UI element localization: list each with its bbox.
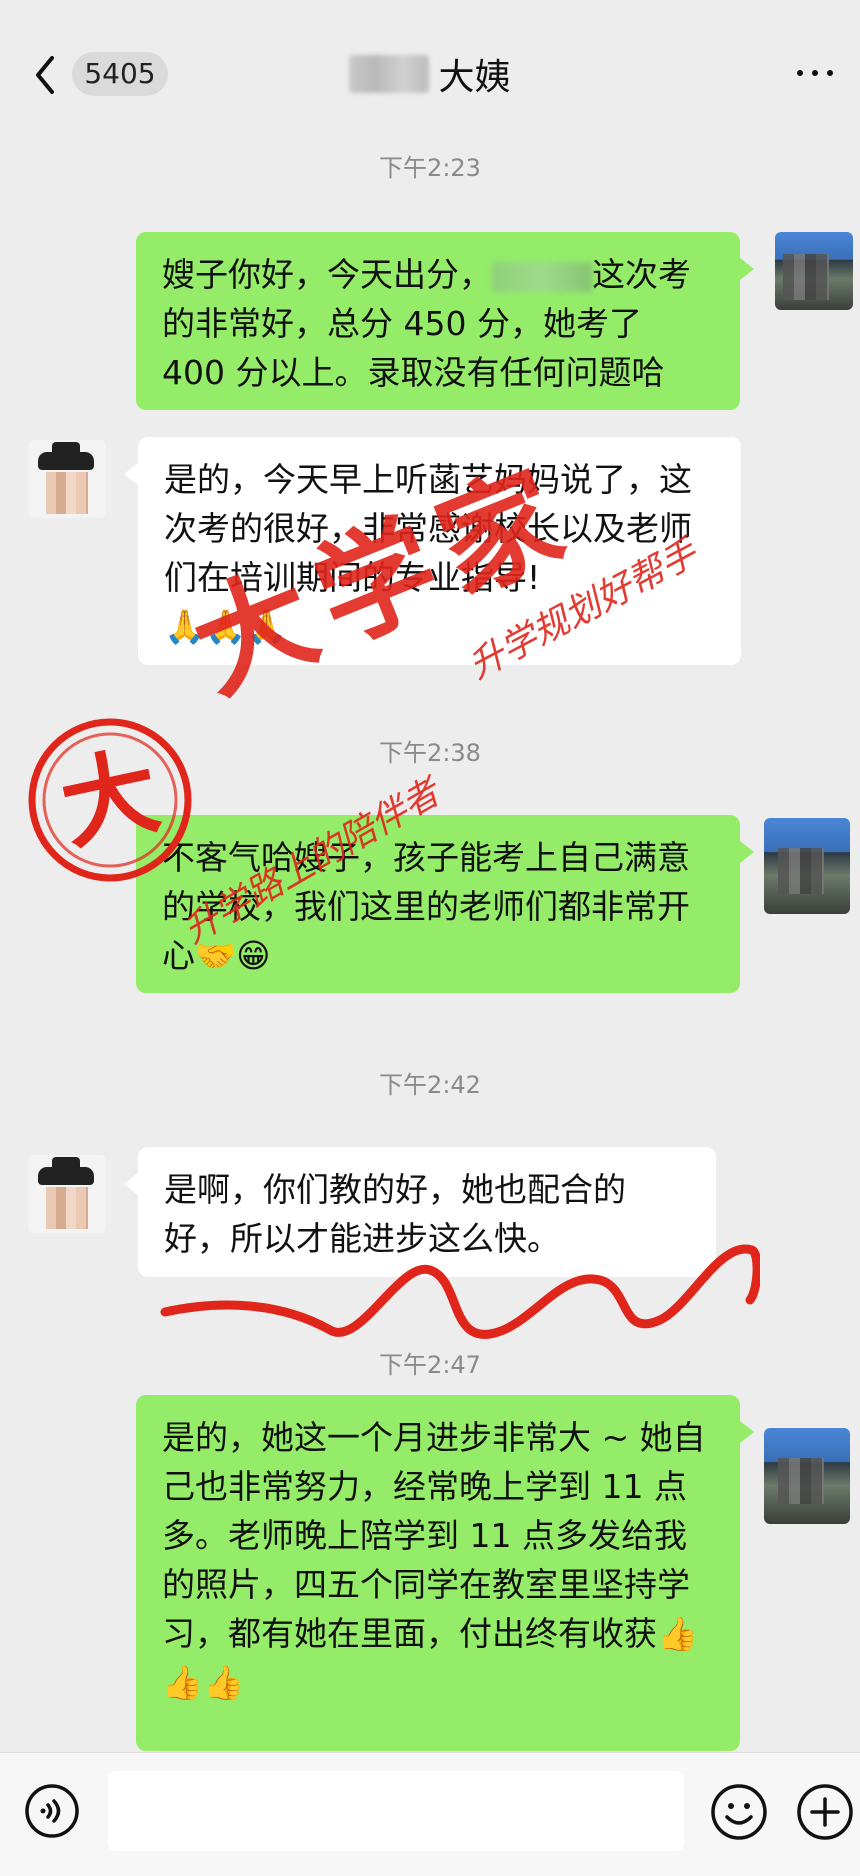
message-text: 是啊，你们教的好，她也配合的好，所以才能进步这么快。 (164, 1170, 626, 1258)
back-chevron-icon[interactable] (30, 50, 70, 100)
message-text: 是的，她这一个月进步非常大 ~ 她自己也非常努力，经常晚上学到 11 点多。老师… (162, 1418, 706, 1653)
chat-title: 大姨 (300, 48, 560, 98)
blurred-name-redaction (349, 55, 430, 93)
self-avatar[interactable] (764, 1428, 850, 1524)
emoji-icon[interactable] (710, 1783, 768, 1841)
more-dots-icon[interactable] (795, 58, 835, 88)
blurred-name-redaction (492, 261, 592, 292)
pray-emoji: 🙏🙏🙏 (164, 607, 288, 646)
timestamp: 下午2:47 (379, 1351, 481, 1379)
chat-title-text: 大姨 (438, 57, 511, 98)
message-text: 嫂子你好，今天出分， (162, 255, 492, 294)
message-bubble-self[interactable]: 不客气哈嫂子，孩子能考上自己满意的学校，我们这里的老师们都非常开心🤝😁 (136, 815, 754, 993)
input-bar (0, 1752, 860, 1876)
chat-header: 5405 大姨 (0, 0, 860, 140)
contact-avatar[interactable] (28, 440, 106, 518)
plus-icon[interactable] (796, 1783, 854, 1841)
contact-avatar[interactable] (28, 1155, 106, 1233)
message-input[interactable] (108, 1771, 684, 1851)
message-bubble-other[interactable]: 是啊，你们教的好，她也配合的好，所以才能进步这么快。 (124, 1147, 716, 1277)
handshake-grin-emoji: 🤝😁 (195, 936, 271, 975)
message-bubble-self[interactable]: 嫂子你好，今天出分， 这次考的非常好，总分 450 分，她考了 400 分以上。录… (136, 232, 754, 410)
self-avatar[interactable] (775, 232, 853, 310)
message-text: 是的，今天早上听菡艺妈妈说了，这次考的很好，非常感谢校长以及老师们在培训期间的专… (164, 460, 692, 597)
self-avatar[interactable] (764, 818, 850, 914)
timestamp: 下午2:23 (379, 154, 481, 182)
unread-count-badge[interactable]: 5405 (72, 52, 168, 96)
timestamp: 下午2:42 (379, 1071, 481, 1099)
voice-icon[interactable] (24, 1783, 80, 1839)
message-bubble-other[interactable]: 是的，今天早上听菡艺妈妈说了，这次考的很好，非常感谢校长以及老师们在培训期间的专… (124, 437, 741, 665)
timestamp: 下午2:38 (379, 739, 481, 767)
message-bubble-self[interactable]: 是的，她这一个月进步非常大 ~ 她自己也非常努力，经常晚上学到 11 点多。老师… (136, 1395, 754, 1751)
